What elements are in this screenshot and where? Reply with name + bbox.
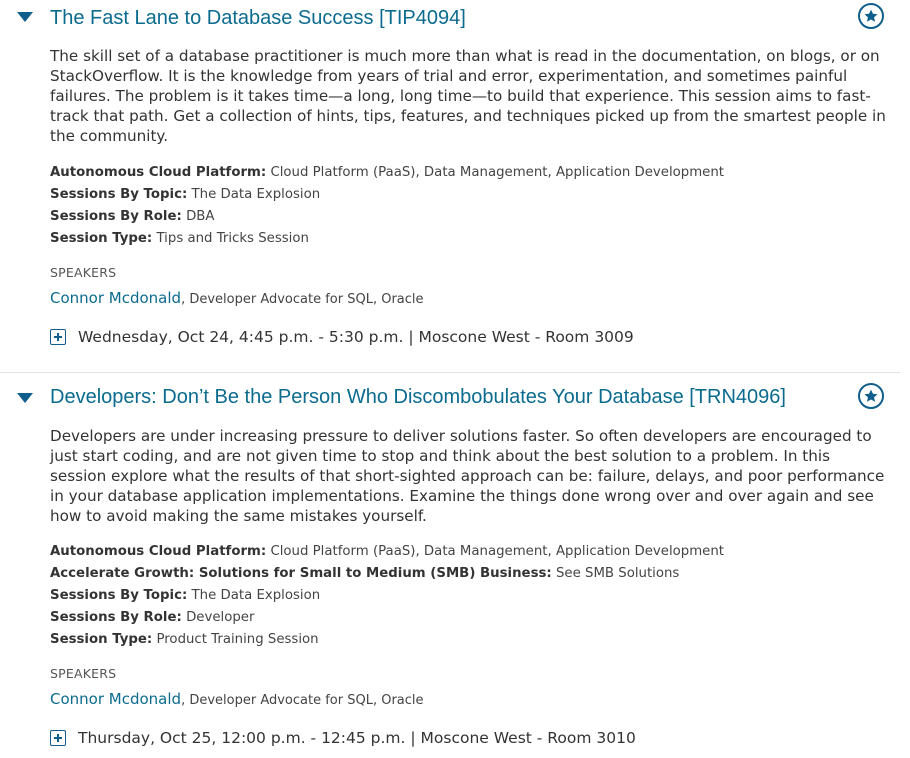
- schedule-text: Wednesday, Oct 24, 4:45 p.m. - 5:30 p.m.…: [78, 328, 634, 346]
- collapse-caret-icon[interactable]: [17, 393, 33, 403]
- meta-value: Cloud Platform (PaaS), Data Management, …: [270, 544, 724, 559]
- collapse-caret-icon[interactable]: [17, 12, 33, 22]
- meta-row: Session Type: Tips and Tricks Session: [50, 228, 890, 250]
- speaker-name-link[interactable]: Connor Mcdonald: [50, 289, 181, 307]
- meta-row: Sessions By Role: Developer: [50, 607, 890, 629]
- session-description: Developers are under increasing pressure…: [50, 427, 885, 525]
- meta-label: Sessions By Topic:: [50, 187, 188, 202]
- speaker-role: , Developer Advocate for SQL, Oracle: [181, 292, 424, 307]
- star-icon: [864, 9, 878, 22]
- meta-value: DBA: [186, 209, 215, 224]
- meta-row: Autonomous Cloud Platform: Cloud Platfor…: [50, 541, 890, 563]
- meta-row: Sessions By Topic: The Data Explosion: [50, 184, 890, 206]
- star-icon: [864, 389, 878, 402]
- meta-value: Tips and Tricks Session: [156, 231, 309, 246]
- add-to-schedule-plus-icon[interactable]: [50, 329, 66, 345]
- favorite-star-button[interactable]: [858, 383, 884, 409]
- session-schedule: Thursday, Oct 25, 12:00 p.m. - 12:45 p.m…: [50, 729, 636, 747]
- meta-label: Session Type:: [50, 632, 153, 647]
- meta-label: Accelerate Growth: Solutions for Small t…: [50, 566, 552, 581]
- meta-label: Sessions By Topic:: [50, 588, 188, 603]
- speaker-entry: Connor Mcdonald, Developer Advocate for …: [50, 689, 424, 708]
- session-description: The skill set of a database practitioner…: [50, 47, 886, 145]
- meta-row: Autonomous Cloud Platform: Cloud Platfor…: [50, 162, 890, 184]
- favorite-star-button[interactable]: [858, 3, 884, 29]
- meta-label: Autonomous Cloud Platform:: [50, 544, 267, 559]
- speakers-heading: SPEAKERS: [50, 265, 117, 280]
- session-schedule: Wednesday, Oct 24, 4:45 p.m. - 5:30 p.m.…: [50, 328, 634, 346]
- speakers-heading: SPEAKERS: [50, 666, 117, 681]
- meta-label: Sessions By Role:: [50, 610, 182, 625]
- meta-value: Cloud Platform (PaaS), Data Management, …: [270, 165, 724, 180]
- meta-value: The Data Explosion: [191, 187, 321, 202]
- session-metadata: Autonomous Cloud Platform: Cloud Platfor…: [50, 541, 890, 651]
- meta-row: Sessions By Topic: The Data Explosion: [50, 585, 890, 607]
- add-to-schedule-plus-icon[interactable]: [50, 730, 66, 746]
- speaker-entry: Connor Mcdonald, Developer Advocate for …: [50, 288, 424, 307]
- meta-label: Sessions By Role:: [50, 209, 182, 224]
- meta-value: The Data Explosion: [191, 588, 321, 603]
- meta-value: Product Training Session: [156, 632, 319, 647]
- meta-label: Autonomous Cloud Platform:: [50, 165, 267, 180]
- session-card: Developers: Don’t Be the Person Who Disc…: [0, 373, 900, 758]
- session-metadata: Autonomous Cloud Platform: Cloud Platfor…: [50, 162, 890, 250]
- schedule-text: Thursday, Oct 25, 12:00 p.m. - 12:45 p.m…: [78, 729, 636, 747]
- meta-row: Sessions By Role: DBA: [50, 206, 890, 228]
- meta-label: Session Type:: [50, 231, 153, 246]
- meta-row: Session Type: Product Training Session: [50, 629, 890, 651]
- speaker-name-link[interactable]: Connor Mcdonald: [50, 690, 181, 708]
- session-title[interactable]: The Fast Lane to Database Success [TIP40…: [50, 6, 466, 30]
- meta-value: Developer: [186, 610, 255, 625]
- session-card: The Fast Lane to Database Success [TIP40…: [0, 0, 900, 373]
- session-title[interactable]: Developers: Don’t Be the Person Who Disc…: [50, 385, 786, 409]
- speaker-role: , Developer Advocate for SQL, Oracle: [181, 693, 424, 708]
- meta-row: Accelerate Growth: Solutions for Small t…: [50, 563, 890, 585]
- meta-value: See SMB Solutions: [555, 566, 680, 581]
